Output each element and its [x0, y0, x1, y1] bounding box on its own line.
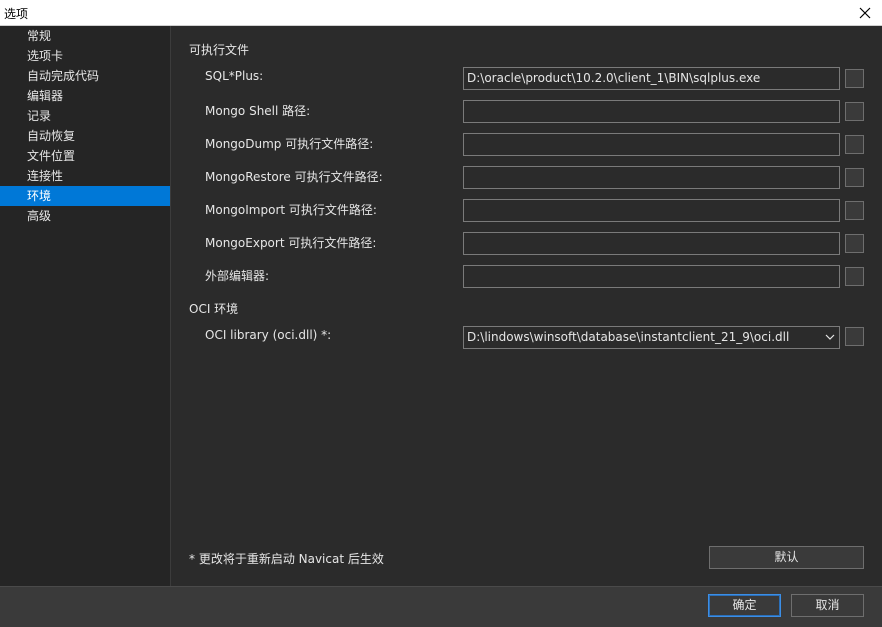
mongodump-label: MongoDump 可执行文件路径:	[205, 137, 374, 151]
oci-library-label: OCI library (oci.dll) *:	[205, 328, 332, 342]
window-title: 选项	[4, 7, 29, 21]
mongorestore-label: MongoRestore 可执行文件路径:	[205, 170, 383, 184]
sidebar-item-general[interactable]: 常规	[0, 26, 170, 46]
sqlplus-browse-button[interactable]	[845, 69, 864, 88]
mongoexport-label: MongoExport 可执行文件路径:	[205, 236, 377, 250]
external-editor-browse-button[interactable]	[845, 267, 864, 286]
sidebar-item-label: 记录	[27, 109, 52, 123]
close-icon	[859, 7, 871, 18]
sidebar-item-editor[interactable]: 编辑器	[0, 86, 170, 106]
sidebar-item-label: 文件位置	[27, 149, 76, 163]
sidebar-item-tabs[interactable]: 选项卡	[0, 46, 170, 66]
close-button[interactable]	[848, 0, 882, 25]
section-oci: OCI 环境	[189, 302, 239, 316]
oci-library-browse-button[interactable]	[845, 327, 864, 346]
sidebar-item-label: 自动恢复	[27, 129, 76, 143]
sidebar-item-label: 连接性	[27, 169, 64, 183]
sidebar-item-environment[interactable]: 环境	[0, 186, 170, 206]
sidebar-item-label: 高级	[27, 209, 52, 223]
oci-library-value: D:\lindows\winsoft\database\instantclien…	[467, 330, 790, 344]
chevron-down-icon	[825, 334, 835, 340]
mongoexport-browse-button[interactable]	[845, 234, 864, 253]
sqlplus-path-input[interactable]: D:\oracle\product\10.2.0\client_1\BIN\sq…	[463, 67, 840, 90]
mongo-shell-browse-button[interactable]	[845, 102, 864, 121]
mongodump-path-input[interactable]	[463, 133, 840, 156]
mongo-shell-label: Mongo Shell 路径:	[205, 104, 311, 118]
title-bar: 选项	[0, 0, 882, 26]
restart-note: * 更改将于重新启动 Navicat 后生效	[189, 552, 384, 566]
mongorestore-path-input[interactable]	[463, 166, 840, 189]
default-button[interactable]: 默认	[709, 546, 864, 569]
oci-library-select[interactable]: D:\lindows\winsoft\database\instantclien…	[463, 326, 840, 349]
sidebar-item-label: 环境	[27, 189, 52, 203]
sidebar-item-file-location[interactable]: 文件位置	[0, 146, 170, 166]
sidebar-item-autocomplete[interactable]: 自动完成代码	[0, 66, 170, 86]
sidebar-item-label: 编辑器	[27, 89, 64, 103]
sidebar-item-logging[interactable]: 记录	[0, 106, 170, 126]
main-panel: 可执行文件 SQL*Plus: D:\oracle\product\10.2.0…	[171, 26, 882, 586]
section-executables: 可执行文件	[189, 43, 250, 57]
external-editor-label: 外部编辑器:	[205, 269, 270, 283]
sidebar: 常规 选项卡 自动完成代码 编辑器 记录 自动恢复 文件位置 连接性 环境 高级	[0, 26, 171, 586]
mongoexport-path-input[interactable]	[463, 232, 840, 255]
sidebar-item-connectivity[interactable]: 连接性	[0, 166, 170, 186]
mongo-shell-path-input[interactable]	[463, 100, 840, 123]
cancel-button[interactable]: 取消	[791, 594, 864, 617]
sidebar-item-label: 常规	[27, 29, 52, 43]
mongodump-browse-button[interactable]	[845, 135, 864, 154]
sqlplus-label: SQL*Plus:	[205, 69, 264, 83]
external-editor-path-input[interactable]	[463, 265, 840, 288]
mongorestore-browse-button[interactable]	[845, 168, 864, 187]
mongoimport-browse-button[interactable]	[845, 201, 864, 220]
ok-button[interactable]: 确定	[708, 594, 781, 617]
sidebar-item-autorecovery[interactable]: 自动恢复	[0, 126, 170, 146]
dialog-footer: 确定 取消	[0, 586, 882, 627]
sidebar-item-advanced[interactable]: 高级	[0, 206, 170, 226]
mongoimport-label: MongoImport 可执行文件路径:	[205, 203, 377, 217]
sidebar-item-label: 选项卡	[27, 49, 64, 63]
sidebar-item-label: 自动完成代码	[27, 69, 100, 83]
mongoimport-path-input[interactable]	[463, 199, 840, 222]
